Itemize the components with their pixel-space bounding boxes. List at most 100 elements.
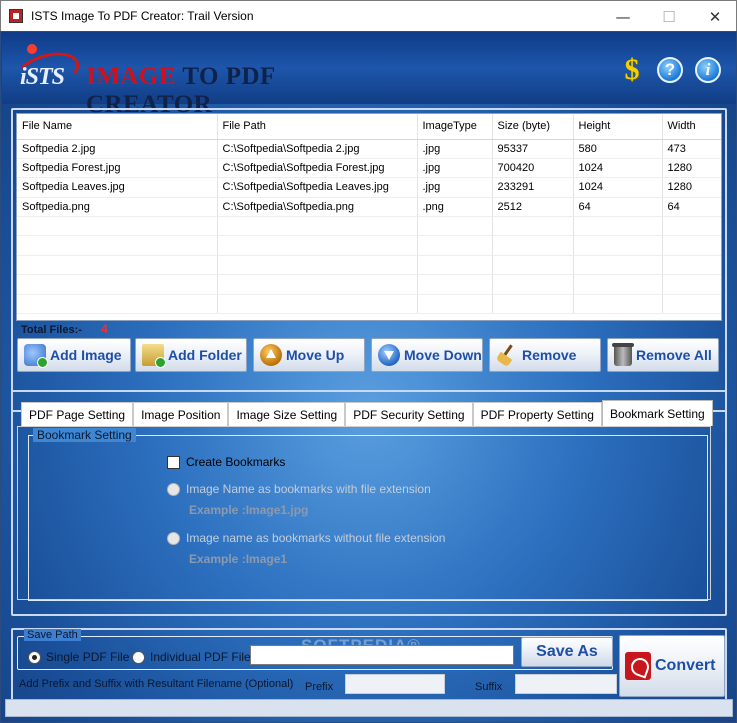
arrow-up-icon <box>260 344 282 366</box>
radio-dot[interactable] <box>132 650 145 664</box>
cell-image-type: .png <box>417 197 493 218</box>
help-icon[interactable]: ? <box>657 57 683 83</box>
tab-pdf-property-setting[interactable]: PDF Property Setting <box>472 402 602 426</box>
arrow-down-icon <box>378 344 400 366</box>
bookmark-group-title: Bookmark Setting <box>33 428 136 442</box>
cell-size: 2512 <box>492 197 574 218</box>
suffix-input[interactable] <box>515 674 617 694</box>
tab-bookmark-setting[interactable]: Bookmark Setting <box>601 400 713 426</box>
table-header-row: File Name File Path ImageType Size (byte… <box>17 114 721 140</box>
total-files-label: Total Files:- <box>21 324 82 336</box>
logo-word-image: IMAGE <box>86 63 176 90</box>
pdf-icon <box>625 652 651 680</box>
app-icon <box>9 9 23 23</box>
radio-dot-selected[interactable] <box>28 650 41 664</box>
empty-row <box>17 274 721 295</box>
radio-dot[interactable] <box>167 482 180 496</box>
radio-without-extension[interactable]: Image name as bookmarks without file ext… <box>167 531 445 545</box>
add-image-button[interactable]: Add Image <box>17 338 131 372</box>
cell-file-path: C:\Softpedia\Softpedia.png <box>217 197 418 218</box>
radio-with-extension[interactable]: Image Name as bookmarks with file extens… <box>167 482 431 496</box>
remove-all-label: Remove All <box>636 347 712 363</box>
table-row[interactable]: Softpedia Leaves.jpg C:\Softpedia\Softpe… <box>17 177 721 198</box>
trash-icon <box>612 343 634 366</box>
tab-image-position[interactable]: Image Position <box>133 402 229 426</box>
cell-width: 64 <box>662 197 721 218</box>
move-down-button[interactable]: Move Down <box>371 338 483 372</box>
cell-height: 64 <box>573 197 663 218</box>
column-header-file-name[interactable]: File Name <box>17 114 218 140</box>
cell-file-path: C:\Softpedia\Softpedia Leaves.jpg <box>217 177 418 198</box>
prefix-label: Prefix <box>305 681 334 693</box>
radio-single-pdf[interactable]: Single PDF File <box>28 650 129 664</box>
convert-label: Convert <box>655 657 716 674</box>
table-row[interactable]: Softpedia Forest.jpg C:\Softpedia\Softpe… <box>17 158 721 179</box>
cell-width: 1280 <box>662 177 721 198</box>
cell-file-name: Softpedia Leaves.jpg <box>17 177 218 198</box>
remove-all-button[interactable]: Remove All <box>607 338 719 372</box>
add-image-label: Add Image <box>50 347 122 363</box>
file-table[interactable]: File Name File Path ImageType Size (byte… <box>16 113 722 321</box>
tab-pdf-page-setting[interactable]: PDF Page Setting <box>21 402 134 426</box>
header-banner: iSTS IMAGE TO PDF CREATOR $ ? i <box>2 32 736 118</box>
remove-button[interactable]: Remove <box>489 338 601 372</box>
convert-button[interactable]: Convert <box>619 635 725 697</box>
cell-file-path: C:\Softpedia\Softpedia Forest.jpg <box>217 158 418 179</box>
bookmark-setting-group: Bookmark Setting Create Bookmarks Image … <box>28 428 708 601</box>
column-header-height[interactable]: Height <box>573 114 663 140</box>
add-folder-button[interactable]: Add Folder <box>135 338 247 372</box>
settings-panel: PDF Page Setting Image Position Image Si… <box>11 390 727 616</box>
radio-with-extension-label: Image Name as bookmarks with file extens… <box>186 482 431 496</box>
move-down-label: Move Down <box>404 347 482 363</box>
window-title: ISTS Image To PDF Creator: Trail Version <box>31 9 254 23</box>
title-bar: ISTS Image To PDF Creator: Trail Version… <box>0 0 737 31</box>
cell-image-type: .jpg <box>417 139 493 159</box>
empty-row <box>17 235 721 256</box>
suffix-label: Suffix <box>475 681 503 693</box>
dollar-icon[interactable]: $ <box>619 53 645 86</box>
close-button[interactable]: ✕ <box>692 1 737 32</box>
save-as-button[interactable]: Save As <box>521 637 613 667</box>
cell-file-name: Softpedia Forest.jpg <box>17 158 218 179</box>
main-window: iSTS IMAGE TO PDF CREATOR $ ? i File Nam… <box>0 31 737 723</box>
file-list-panel: File Name File Path ImageType Size (byte… <box>11 108 727 412</box>
tab-pdf-security-setting[interactable]: PDF Security Setting <box>345 402 473 426</box>
minimize-button[interactable]: — <box>600 1 646 32</box>
info-icon[interactable]: i <box>695 57 721 83</box>
cell-file-name: Softpedia.png <box>17 197 218 218</box>
create-bookmarks-checkbox[interactable]: Create Bookmarks <box>167 455 285 469</box>
table-row[interactable]: Softpedia 2.jpg C:\Softpedia\Softpedia 2… <box>17 139 721 159</box>
checkbox-box[interactable] <box>167 455 180 469</box>
add-folder-icon <box>142 344 166 368</box>
save-path-input[interactable] <box>250 645 514 665</box>
prefix-suffix-note: Add Prefix and Suffix with Resultant Fil… <box>19 678 294 690</box>
cell-image-type: .jpg <box>417 177 493 198</box>
column-header-width[interactable]: Width <box>662 114 721 140</box>
empty-row <box>17 255 721 276</box>
column-header-size[interactable]: Size (byte) <box>492 114 574 140</box>
individual-pdf-label: Individual PDF File <box>150 650 251 664</box>
cell-size: 95337 <box>492 139 574 159</box>
remove-label: Remove <box>522 347 577 363</box>
app-logo: iSTS IMAGE TO PDF CREATOR <box>12 44 376 118</box>
radio-dot[interactable] <box>167 531 180 545</box>
bookmark-tab-body: Bookmark Setting Create Bookmarks Image … <box>17 426 711 601</box>
column-header-image-type[interactable]: ImageType <box>417 114 493 140</box>
table-row[interactable]: Softpedia.png C:\Softpedia\Softpedia.png… <box>17 197 721 218</box>
radio-individual-pdf[interactable]: Individual PDF File <box>132 650 251 664</box>
cell-width: 1280 <box>662 158 721 179</box>
cell-height: 580 <box>573 139 663 159</box>
column-header-file-path[interactable]: File Path <box>217 114 418 140</box>
status-bar <box>5 699 733 717</box>
move-up-button[interactable]: Move Up <box>253 338 365 372</box>
cell-size: 700420 <box>492 158 574 179</box>
single-pdf-label: Single PDF File <box>46 650 130 664</box>
move-up-label: Move Up <box>286 347 345 363</box>
cell-size: 233291 <box>492 177 574 198</box>
radio-without-extension-label: Image name as bookmarks without file ext… <box>186 531 446 545</box>
prefix-input[interactable] <box>345 674 445 694</box>
maximize-button[interactable]: ☐ <box>646 1 692 32</box>
tab-image-size-setting[interactable]: Image Size Setting <box>228 402 346 426</box>
example-with-extension: Example :Image1.jpg <box>189 503 309 517</box>
cell-height: 1024 <box>573 177 663 198</box>
